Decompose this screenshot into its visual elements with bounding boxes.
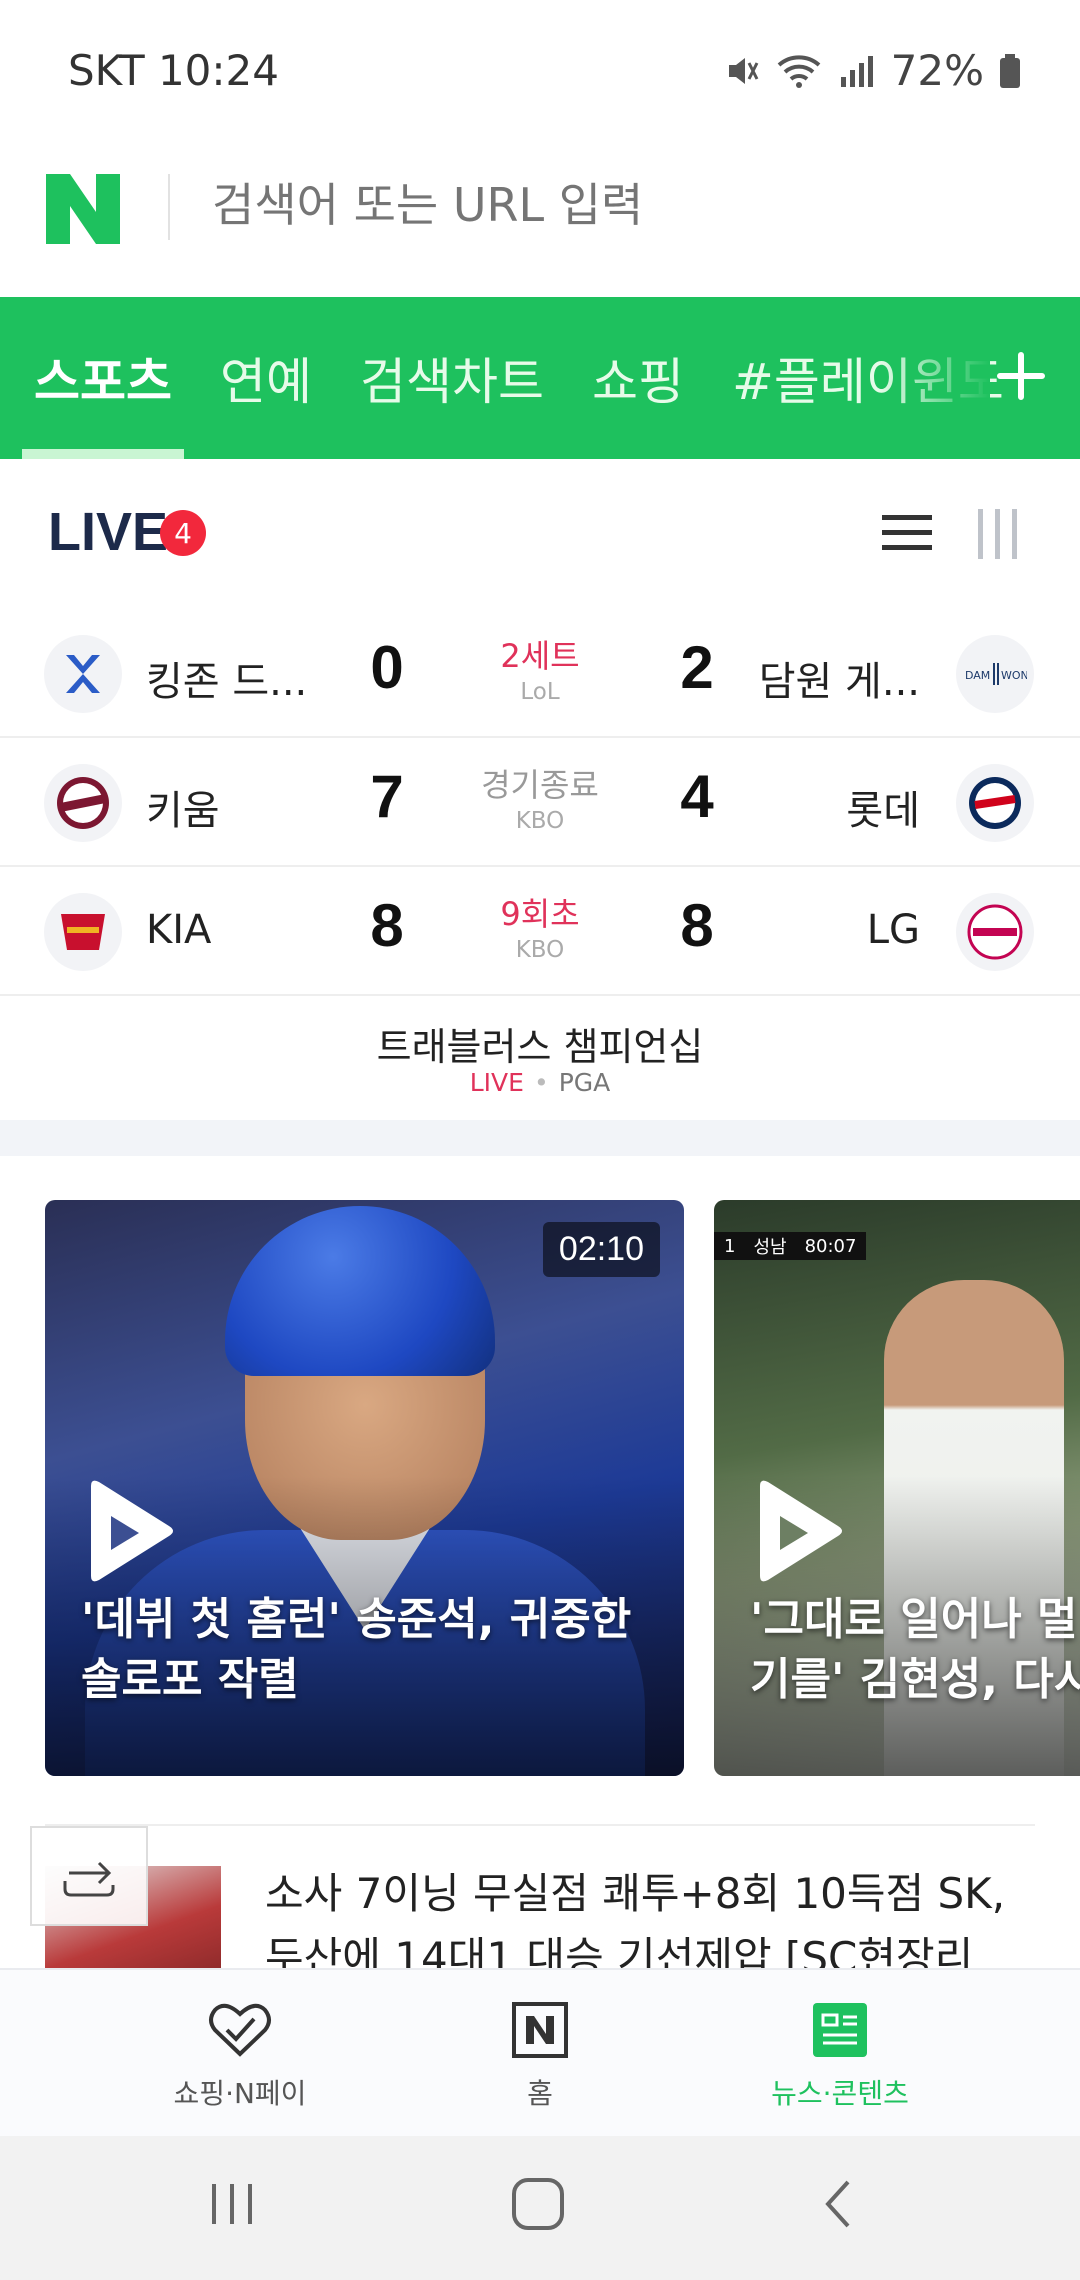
- right-score: 4: [680, 763, 714, 830]
- share-button[interactable]: [30, 1826, 148, 1926]
- list-view-icon[interactable]: [882, 511, 932, 555]
- match-status: 2세트: [500, 637, 580, 675]
- video-title: '그대로 일어나 멀 기를' 김현성, 다시: [750, 1590, 1080, 1710]
- svg-text:WON: WON: [1001, 669, 1027, 682]
- heart-check-icon: [207, 2000, 273, 2060]
- nav-label: 홈: [527, 2077, 553, 2110]
- left-score: 0: [370, 634, 404, 701]
- column-view-icon[interactable]: [976, 509, 1020, 559]
- match-status: 경기종료: [481, 766, 599, 804]
- left-team-name: KIA: [146, 907, 212, 953]
- live-count-badge: 4: [160, 510, 206, 556]
- nav-home[interactable]: 홈: [390, 1970, 690, 2138]
- golf-title: 트래블러스 챔피언십: [376, 1025, 704, 1069]
- search-bar: [0, 140, 1080, 297]
- bottom-nav: 쇼핑·N페이 홈 뉴스·콘텐츠: [0, 1968, 1080, 2136]
- twins-logo: [956, 893, 1034, 971]
- tab-entertainment[interactable]: 연예: [220, 297, 312, 459]
- news-divider: [45, 1824, 1035, 1826]
- carrier-time: SKT 10:24: [68, 46, 279, 95]
- video-card[interactable]: 1 성남 80:07 '그대로 일어나 멀 기를' 김현성, 다시: [714, 1200, 1080, 1776]
- system-navigation-bar: [0, 2136, 1080, 2280]
- live-title: LIVE: [48, 502, 169, 562]
- kingzone-logo: [44, 635, 122, 713]
- giants-logo: [956, 764, 1034, 842]
- battery-icon: [998, 51, 1022, 91]
- svg-text:DAM: DAM: [965, 669, 990, 682]
- separator-dot: •: [533, 1068, 549, 1097]
- news-icon: [811, 2000, 869, 2060]
- play-icon[interactable]: [750, 1478, 846, 1588]
- add-tab-icon[interactable]: [990, 345, 1052, 407]
- tigers-logo: [44, 893, 122, 971]
- mute-icon: [721, 51, 761, 91]
- section-divider: [0, 1120, 1080, 1156]
- status-bar: SKT 10:24 72%: [0, 0, 1080, 140]
- nav-news-content[interactable]: 뉴스·콘텐츠: [690, 1970, 990, 2138]
- match-row[interactable]: KIA 8 9회초 KBO 8 LG: [0, 867, 1080, 996]
- tab-fade: [880, 297, 990, 459]
- player-helmet: [225, 1206, 495, 1376]
- search-input[interactable]: [212, 170, 1032, 240]
- signal-icon: [837, 51, 877, 91]
- play-icon[interactable]: [81, 1478, 177, 1588]
- naver-n-icon: [511, 2000, 569, 2060]
- overlay-time: 80:07: [804, 1235, 857, 1257]
- match-score-overlay: 1 성남 80:07: [714, 1232, 867, 1260]
- search-divider: [168, 174, 170, 240]
- share-arrow-icon: [63, 1861, 115, 1897]
- match-league: LoL: [520, 679, 560, 705]
- match-row[interactable]: 킹존 드... 0 2세트 LoL 2 담원 게... DAM WON: [0, 609, 1080, 738]
- left-score: 7: [370, 763, 404, 830]
- video-title: '데뷔 첫 홈런' 송준석, 귀중한 솔로포 작렬: [81, 1590, 684, 1710]
- nav-label: 쇼핑·N페이: [173, 2077, 307, 2110]
- overlay-team: 성남: [753, 1237, 787, 1258]
- right-score: 8: [680, 892, 714, 959]
- golf-league: PGA: [558, 1068, 611, 1097]
- match-league: KBO: [515, 937, 565, 963]
- kiwoom-logo: [44, 764, 122, 842]
- battery-percent: 72%: [890, 46, 984, 95]
- golf-match-row[interactable]: 트래블러스 챔피언십 LIVE • PGA: [0, 996, 1080, 1120]
- home-button-icon[interactable]: [508, 2174, 568, 2234]
- video-duration: 02:10: [542, 1222, 660, 1277]
- video-title-line: '데뷔 첫 홈런' 송준석, 귀중한: [81, 1594, 632, 1645]
- video-title-line: 기를' 김현성, 다시: [750, 1654, 1080, 1705]
- right-team-name: 롯데: [846, 788, 920, 834]
- live-header: LIVE 4: [0, 459, 1080, 609]
- golf-live-label: LIVE: [469, 1068, 524, 1097]
- match-status: 9회초: [500, 895, 580, 933]
- recent-apps-icon[interactable]: [208, 2174, 258, 2234]
- tab-sports[interactable]: 스포츠: [22, 297, 184, 459]
- left-team-name: 킹존 드...: [146, 659, 308, 705]
- match-row[interactable]: 키움 7 경기종료 KBO 4 롯데: [0, 738, 1080, 867]
- status-icons: 72%: [721, 46, 1022, 95]
- category-tab-bar: 스포츠 연예 검색차트 쇼핑 #플레이윈도: [0, 297, 1080, 459]
- wifi-icon: [775, 51, 823, 91]
- nav-label: 뉴스·콘텐츠: [771, 2077, 909, 2110]
- golf-meta: LIVE • PGA: [0, 1068, 1080, 1097]
- right-score: 2: [680, 634, 714, 701]
- video-title-line: '그대로 일어나 멀: [750, 1594, 1078, 1645]
- left-score: 8: [370, 892, 404, 959]
- video-title-line: 솔로포 작렬: [81, 1654, 299, 1705]
- right-team-name: 담원 게...: [758, 659, 920, 705]
- nav-shopping-npay[interactable]: 쇼핑·N페이: [90, 1970, 390, 2138]
- naver-logo[interactable]: [46, 174, 120, 244]
- video-card[interactable]: 02:10 '데뷔 첫 홈런' 송준석, 귀중한 솔로포 작렬: [45, 1200, 684, 1776]
- match-league: KBO: [515, 808, 565, 834]
- tab-search-chart[interactable]: 검색차트: [360, 297, 544, 459]
- left-team-name: 키움: [146, 788, 220, 834]
- damwon-logo: DAM WON: [956, 635, 1034, 713]
- tab-shopping[interactable]: 쇼핑: [592, 297, 684, 459]
- back-icon[interactable]: [818, 2174, 858, 2234]
- right-team-name: LG: [866, 907, 920, 953]
- overlay-number: 1: [724, 1235, 736, 1257]
